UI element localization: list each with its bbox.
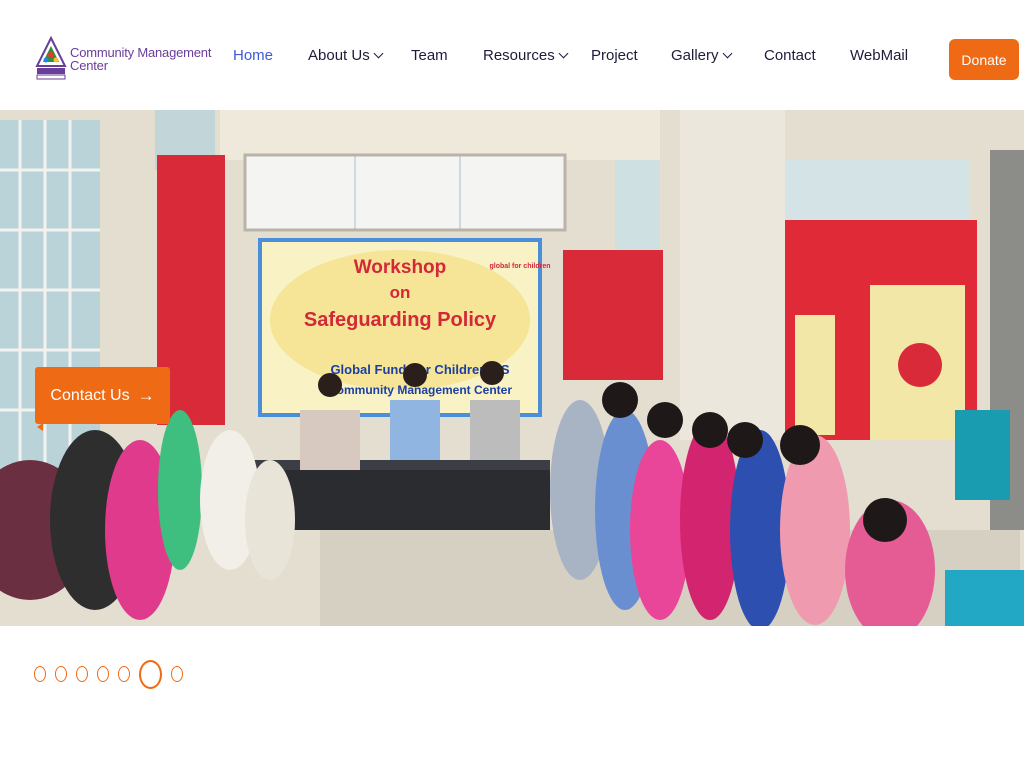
nav-resources[interactable]: Resources	[483, 47, 569, 64]
slider-dot-7[interactable]	[171, 666, 183, 682]
slider-dot-6[interactable]	[139, 660, 162, 689]
brand-name-line2: Center	[70, 58, 108, 73]
site-header: Community Management Center Home About U…	[0, 0, 1024, 110]
nav-about[interactable]: About Us	[308, 47, 384, 64]
banner-title-line3: Safeguarding Policy	[304, 309, 497, 331]
chevron-down-icon	[722, 48, 732, 59]
nav-gallery[interactable]: Gallery	[671, 47, 732, 64]
donate-label: Donate	[961, 51, 1007, 68]
slider-dot-4[interactable]	[97, 666, 109, 682]
chevron-down-icon	[373, 48, 384, 59]
nav-gallery-label: Gallery	[671, 47, 719, 64]
banner-title-line1: Workshop	[354, 257, 447, 278]
contact-us-button[interactable]: Contact Us →	[35, 367, 170, 424]
chevron-down-icon	[558, 48, 569, 59]
hero-slide: Workshop on Safeguarding Policy Global F…	[0, 110, 1024, 626]
logo-triangle-icon	[35, 36, 67, 80]
nav-contact-label: Contact	[764, 47, 816, 64]
banner-title-line2: on	[390, 283, 411, 302]
nav-home[interactable]: Home	[233, 47, 273, 64]
slider-dot-5[interactable]	[118, 666, 130, 682]
nav-project-label: Project	[591, 47, 638, 64]
banner-partner: global for children	[489, 263, 550, 270]
nav-home-label: Home	[233, 47, 274, 64]
brand-logo[interactable]: Community Management Center	[35, 36, 211, 82]
arrow-right-icon: →	[137, 385, 155, 405]
contact-us-label: Contact Us	[50, 386, 130, 404]
nav-about-label: About Us	[308, 47, 370, 64]
nav-team[interactable]: Team	[411, 47, 448, 64]
brand-name: Community Management Center	[70, 46, 211, 72]
nav-resources-label: Resources	[483, 47, 555, 64]
slider-dot-2[interactable]	[55, 666, 67, 682]
slider-dot-1[interactable]	[34, 666, 46, 682]
nav-webmail-label: WebMail	[850, 47, 909, 64]
slide-marker-icon	[37, 423, 43, 431]
slider-dot-3[interactable]	[76, 666, 88, 682]
nav-project[interactable]: Project	[591, 47, 638, 64]
nav-webmail[interactable]: WebMail	[850, 47, 908, 64]
nav-team-label: Team	[411, 47, 448, 64]
nav-contact[interactable]: Contact	[764, 47, 816, 64]
donate-button[interactable]: Donate	[949, 39, 1019, 80]
